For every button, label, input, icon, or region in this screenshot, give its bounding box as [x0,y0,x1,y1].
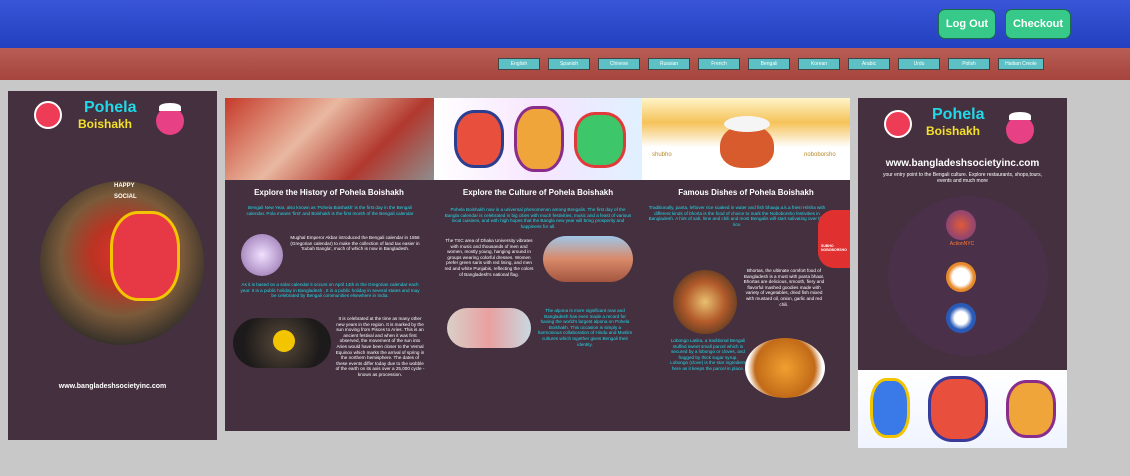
emperor-akbar-portrait [241,234,283,276]
logo-title: Pohela [84,99,137,116]
action-nyc-label: ActionNYC [949,241,975,247]
lang-button-korean[interactable]: Korean [798,58,840,70]
lang-button-french[interactable]: French [698,58,740,70]
curzon-hall-image [543,236,633,282]
festival-masks-banner [858,370,1067,448]
top-navbar: Log Out Checkout [0,0,1130,48]
mask-banner-center-icon [928,376,988,442]
tiger-mask-icon [110,211,180,301]
dishes-title: Famous Dishes of Pohela Boishakh [678,188,814,197]
action-nyc-icon[interactable] [946,210,976,240]
right-side-panel: Pohela Boishakh www.bangladeshsocietyinc… [858,98,1067,448]
history-paragraph-3: As it is based on a solar calendar it oc… [240,282,420,299]
mask-banner-right-icon [1006,380,1056,438]
logo-subtitle: Boishakh [926,124,981,138]
mask-illustration-center-icon [514,106,564,172]
festival-mask-circle-image [40,181,204,345]
mask-logo-icon [884,110,912,138]
lang-button-chinese[interactable]: Chinese [598,58,640,70]
festival-masks-illustration [434,98,642,180]
vertical-caption: HAPPY SOCIAL [114,181,137,203]
language-bar: English Spanish Chinese Russian French B… [0,48,1130,80]
checkout-button[interactable]: Checkout [1005,9,1071,39]
history-paragraph-4: It is celebrated at the time as many oth… [335,316,425,377]
mask-logo-icon [34,101,62,129]
lang-button-polish[interactable]: Polish [948,58,990,70]
mask-banner-left-icon [870,378,910,438]
noboborsho-card-image: SUBHO NOBOBORSHO [818,210,850,268]
lang-button-english[interactable]: English [498,58,540,70]
nyc-logo-icon[interactable] [946,303,976,333]
lang-button-spanish[interactable]: Spanish [548,58,590,70]
sun-icon [273,330,295,352]
left-website-url[interactable]: www.bangladeshsocietyinc.com [8,383,217,390]
alpona-street-art-image [447,308,531,348]
bhorta-platter-image [673,270,737,334]
rally-crowd-image [225,98,434,180]
lang-button-arabic[interactable]: Arabic [848,58,890,70]
mask-illustration-right-icon [574,112,626,168]
lang-button-russian[interactable]: Russian [648,58,690,70]
dishes-paragraph-3: Lobongo Latika, a traditional Bengali st… [670,338,746,371]
lobongo-latika-image [745,338,825,398]
dishes-paragraph-1: Traditionally, panta, leftover rice soak… [648,205,826,227]
history-paragraph-2: Mughal Emperor Akbar introduced the Beng… [290,235,420,252]
sweets-icon [724,116,770,132]
history-title: Explore the History of Pohela Boishakh [254,188,404,197]
logo-subtitle: Boishakh [78,117,133,131]
sweet-pot-banner: shubho noboborsho [642,98,850,180]
dishes-paragraph-2: Bhortas, the ultimate comfort food of Ba… [743,268,825,307]
left-side-panel: Pohela Boishakh HAPPY SOCIAL www.banglad… [8,91,217,440]
pot-logo-icon [1006,112,1034,144]
right-website-url[interactable]: www.bangladeshsocietyinc.com [858,158,1067,169]
culture-title: Explore the Culture of Pohela Boishakh [462,188,614,197]
zodiac-sky-image [233,318,331,368]
culture-paragraph-2: The TSC area of Dhaka University vibrate… [444,238,534,277]
main-content-panel: shubho noboborsho Explore the History of… [225,98,850,431]
logo-title: Pohela [932,106,985,123]
lang-button-haitian-creole[interactable]: Haitian Creole [998,58,1044,70]
right-tagline: your entry point to the Bengali culture.… [883,172,1042,184]
lang-button-bengali[interactable]: Bengali [748,58,790,70]
culture-paragraph-1: Pohela Boishakh now is a universal pheno… [444,207,632,229]
logout-button[interactable]: Log Out [938,9,996,39]
noboborsho-card-label: SUBHO NOBOBORSHO [821,244,847,252]
culture-paragraph-3: The alpona is more significant now and B… [537,308,633,347]
mask-illustration-left-icon [454,110,504,168]
society-seal-icon[interactable] [946,262,976,292]
pot-logo-icon [156,103,184,135]
history-paragraph-1: Bengali New Year, also known as 'Pohela … [246,205,414,216]
lang-button-urdu[interactable]: Urdu [898,58,940,70]
banner-left-text: shubho [652,152,672,158]
banner-right-text: noboborsho [804,152,836,158]
